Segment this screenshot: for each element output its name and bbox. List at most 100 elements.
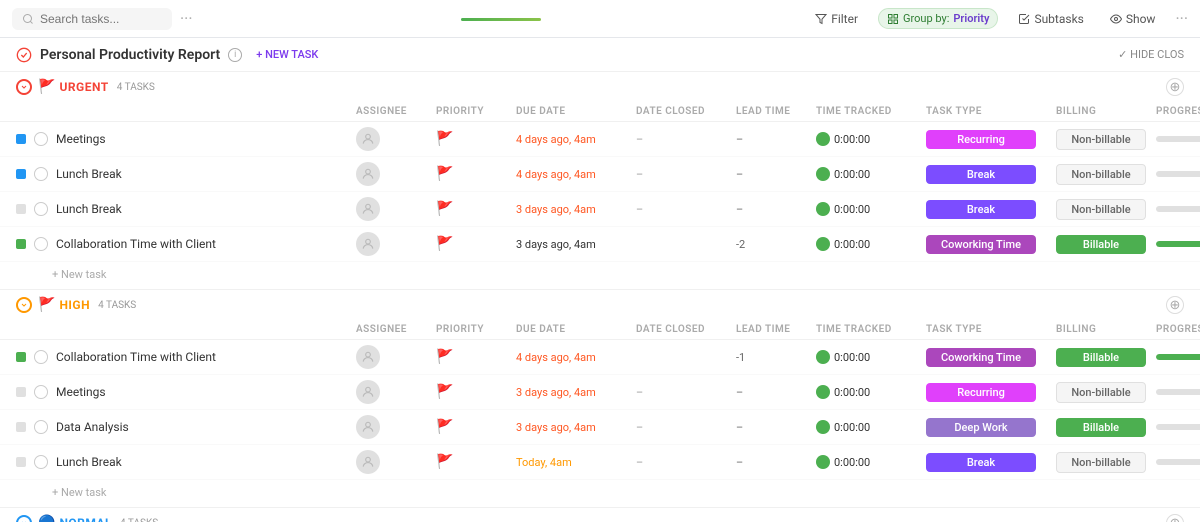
task-color-dot — [16, 239, 26, 249]
task-type-badge: Coworking Time — [926, 348, 1036, 367]
avatar[interactable] — [356, 232, 380, 256]
group-by-value: Priority — [953, 12, 989, 25]
time-tracked-cell: 0:00:00 — [816, 167, 926, 181]
col-headers-urgent: ASSIGNEEPRIORITYDUE DATEDATE CLOSEDLEAD … — [0, 102, 1200, 122]
progress-cell: 0% — [1156, 387, 1200, 398]
section-toggle-normal[interactable] — [16, 515, 32, 522]
info-icon[interactable]: i — [228, 48, 242, 62]
topbar-more-icon[interactable]: ··· — [1175, 9, 1188, 28]
time-tracked-value: 0:00:00 — [834, 351, 870, 364]
group-by-button[interactable]: Group by: Priority — [878, 8, 998, 29]
priority-cell: 🚩 — [436, 166, 516, 182]
filter-icon — [815, 13, 827, 25]
task-name-label[interactable]: Lunch Break — [56, 455, 122, 469]
priority-flag: 🚩 — [436, 166, 453, 182]
section-toggle-high[interactable] — [16, 297, 32, 313]
section-add-btn-normal[interactable]: ⊕ — [1166, 514, 1184, 522]
task-type-cell: Break — [926, 453, 1056, 472]
new-task-row[interactable]: + New task — [0, 262, 1200, 287]
progress-bar — [1156, 354, 1200, 360]
priority-cell: 🚩 — [436, 349, 516, 365]
page-header-left: Personal Productivity Report i + NEW TAS… — [16, 46, 324, 63]
time-tracked-value: 0:00:00 — [834, 456, 870, 469]
section-name-urgent: URGENT — [59, 80, 108, 94]
section-add-btn-high[interactable]: ⊕ — [1166, 296, 1184, 314]
col-header-time-tracked: TIME TRACKED — [816, 106, 926, 117]
avatar[interactable] — [356, 380, 380, 404]
section-header-normal: 🔵 NORMAL 4 TASKS ⊕ — [0, 507, 1200, 522]
time-tracked-cell: 0:00:00 — [816, 385, 926, 399]
task-name-label[interactable]: Collaboration Time with Client — [56, 350, 216, 364]
progress-bar — [1156, 241, 1200, 247]
show-button[interactable]: Show — [1104, 10, 1162, 28]
task-name-cell: Data Analysis — [16, 420, 356, 434]
task-name-label[interactable]: Meetings — [56, 132, 106, 146]
task-type-badge: Break — [926, 200, 1036, 219]
search-input[interactable] — [40, 12, 160, 26]
time-tracked-value: 0:00:00 — [834, 238, 870, 251]
billing-badge: Non-billable — [1056, 199, 1146, 220]
lead-time-cell: – — [736, 386, 816, 399]
lead-time-cell: – — [736, 203, 816, 216]
task-checkbox[interactable] — [34, 202, 48, 216]
billing-badge: Non-billable — [1056, 129, 1146, 150]
progress-bar — [1156, 389, 1200, 395]
new-task-button[interactable]: + NEW TASK — [250, 46, 324, 63]
task-name-label[interactable]: Collaboration Time with Client — [56, 237, 216, 251]
task-name-cell: Lunch Break — [16, 167, 356, 181]
search-icon — [22, 13, 34, 25]
avatar[interactable] — [356, 127, 380, 151]
task-checkbox[interactable] — [34, 455, 48, 469]
task-name-label[interactable]: Meetings — [56, 385, 106, 399]
priority-cell: 🚩 — [436, 236, 516, 252]
avatar[interactable] — [356, 162, 380, 186]
task-color-dot — [16, 134, 26, 144]
progress-fill — [1156, 354, 1200, 360]
col-header-progress: PROGRESS — [1156, 324, 1200, 335]
billing-badge: Non-billable — [1056, 452, 1146, 473]
task-checkbox[interactable] — [34, 132, 48, 146]
assignee-cell — [356, 127, 436, 151]
filter-button[interactable]: Filter — [809, 10, 864, 28]
task-checkbox[interactable] — [34, 350, 48, 364]
section-urgent: 🚩 URGENT 4 TASKS ⊕ ASSIGNEEPRIORITYDUE D… — [0, 71, 1200, 287]
section-toggle-urgent[interactable] — [16, 79, 32, 95]
task-checkbox[interactable] — [34, 420, 48, 434]
task-checkbox[interactable] — [34, 167, 48, 181]
task-name-cell: Collaboration Time with Client — [16, 237, 356, 251]
time-tracked-value: 0:00:00 — [834, 421, 870, 434]
time-dot — [816, 385, 830, 399]
avatar[interactable] — [356, 415, 380, 439]
top-bar: ··· Filter Group by: Priority Subtasks — [0, 0, 1200, 38]
hide-close-button[interactable]: ✓ HIDE CLOS — [1118, 48, 1184, 61]
task-name-label[interactable]: Data Analysis — [56, 420, 129, 434]
task-name-label[interactable]: Lunch Break — [56, 202, 122, 216]
task-color-dot — [16, 422, 26, 432]
due-date-cell: 4 days ago, 4am — [516, 133, 636, 146]
more-options-icon[interactable]: ··· — [180, 9, 193, 28]
task-name-cell: Meetings — [16, 132, 356, 146]
avatar[interactable] — [356, 450, 380, 474]
section-add-btn-urgent[interactable]: ⊕ — [1166, 78, 1184, 96]
search-box[interactable] — [12, 8, 172, 30]
col-header-billing: BILLING — [1056, 324, 1156, 335]
date-closed-cell: – — [636, 386, 736, 399]
subtasks-button[interactable]: Subtasks — [1012, 10, 1089, 28]
progress-cell: 100% — [1156, 352, 1200, 363]
due-date-cell: 3 days ago, 4am — [516, 203, 636, 216]
avatar[interactable] — [356, 345, 380, 369]
col-header-lead-time: LEAD TIME — [736, 324, 816, 335]
task-checkbox[interactable] — [34, 237, 48, 251]
lead-time-cell: – — [736, 168, 816, 181]
task-name-cell: Lunch Break — [16, 455, 356, 469]
col-header-due-date: DUE DATE — [516, 106, 636, 117]
avatar[interactable] — [356, 197, 380, 221]
table-row: Collaboration Time with Client 🚩 3 days … — [0, 227, 1200, 262]
time-dot — [816, 420, 830, 434]
time-tracked-cell: 0:00:00 — [816, 350, 926, 364]
task-name-label[interactable]: Lunch Break — [56, 167, 122, 181]
date-closed-cell: – — [636, 456, 736, 469]
task-checkbox[interactable] — [34, 385, 48, 399]
task-type-badge: Coworking Time — [926, 235, 1036, 254]
new-task-row[interactable]: + New task — [0, 480, 1200, 505]
